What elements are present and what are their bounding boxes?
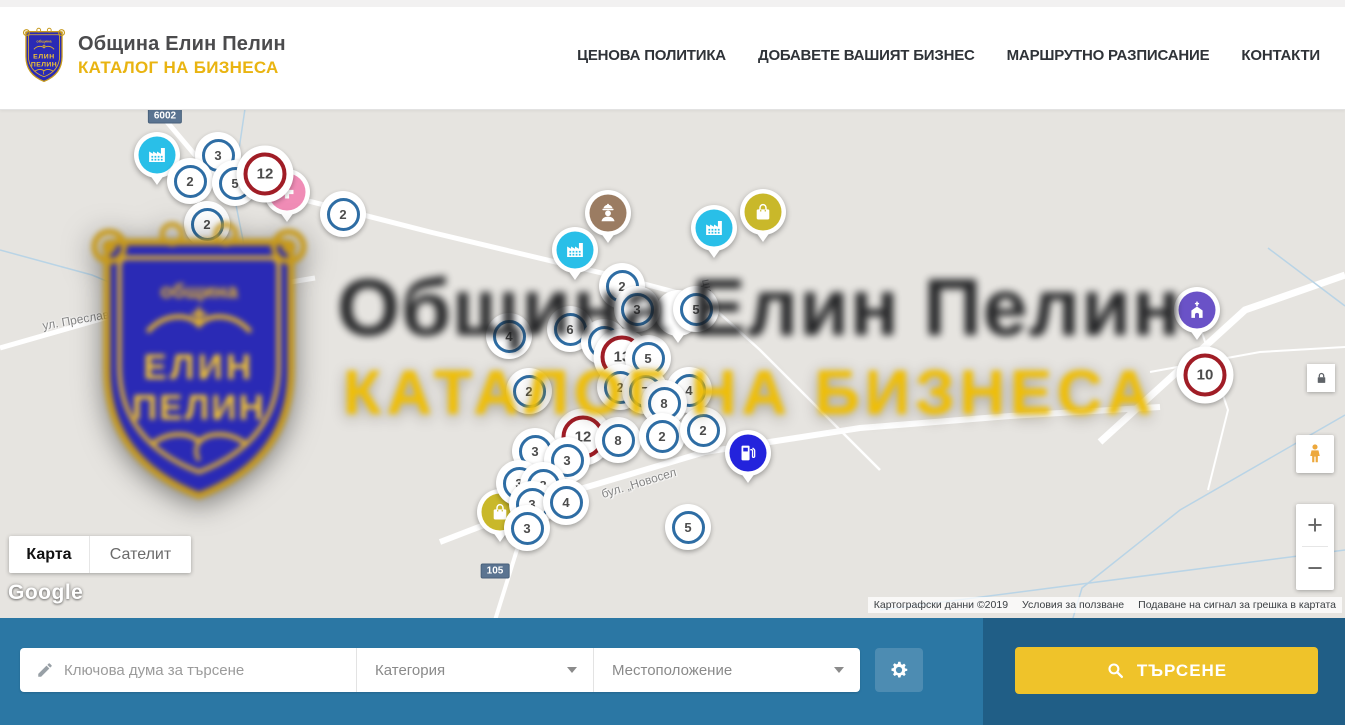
pencil-icon: [36, 661, 54, 679]
zoom-out-button[interactable]: −: [1296, 547, 1334, 589]
cluster-marker[interactable]: 10: [1177, 347, 1234, 404]
map-type-satellite-button[interactable]: Сателит: [90, 536, 191, 573]
cluster-count: 2: [339, 207, 346, 222]
cluster-count: 10: [1197, 367, 1214, 384]
nav-item[interactable]: ЦЕНОВА ПОЛИТИКА: [577, 47, 726, 64]
road-number-chip: 6002: [148, 110, 182, 124]
svg-text:ПЕЛИН: ПЕЛИН: [31, 61, 57, 68]
search-fields: Категория Местоположение: [20, 648, 860, 692]
municipality-crest-icon: община ЕЛИНПЕЛИН: [22, 26, 66, 84]
cluster-marker[interactable]: 12: [237, 146, 294, 203]
cluster-marker[interactable]: 4: [486, 313, 532, 359]
logo-text: Община Елин Пелин КАТАЛОГ НА БИЗНЕСА: [78, 33, 286, 78]
cluster-count: 3: [523, 521, 530, 536]
keyword-input[interactable]: [64, 650, 356, 690]
search-button[interactable]: ТЪРСЕНЕ: [1015, 647, 1318, 694]
nav-item[interactable]: ДОБАВЕТЕ ВАШИЯТ БИЗНЕС: [758, 47, 975, 64]
search-options-button[interactable]: [875, 648, 923, 692]
worker-icon: [598, 203, 619, 224]
location-select[interactable]: Местоположение: [593, 648, 860, 692]
road-number-chip: 105: [481, 564, 510, 579]
cluster-count: 8: [614, 433, 621, 448]
factory-icon: [565, 240, 586, 261]
pegman-icon: [1304, 443, 1326, 465]
nav-item[interactable]: МАРШРУТНО РАЗПИСАНИЕ: [1007, 47, 1210, 64]
cluster-count: 3: [563, 453, 570, 468]
location-select-label: Местоположение: [612, 662, 732, 679]
factory-icon: [704, 218, 725, 239]
gear-icon: [888, 659, 910, 681]
map-canvas[interactable]: 6002105ул. Преславбул. „Новоселция 32512…: [0, 110, 1345, 618]
cluster-marker[interactable]: 5: [665, 504, 711, 550]
cluster-marker[interactable]: 2: [184, 201, 230, 247]
cluster-marker[interactable]: 3: [504, 505, 550, 551]
zoom-control: + −: [1296, 504, 1334, 590]
cluster-marker[interactable]: 2: [506, 368, 552, 414]
cluster-count: 5: [644, 351, 651, 366]
svg-text:община: община: [36, 39, 52, 44]
factory-icon: [147, 145, 168, 166]
map-pin[interactable]: [691, 205, 737, 251]
attribution: Картографски данни ©2019 Условия за ползв…: [868, 597, 1342, 613]
cluster-count: 5: [684, 520, 691, 535]
chevron-down-icon: [834, 667, 844, 673]
attribution-text: Картографски данни ©2019: [874, 599, 1008, 611]
map-pin[interactable]: [1174, 287, 1220, 333]
shopping-bag-icon: [753, 202, 774, 223]
cluster-count: 2: [203, 217, 210, 232]
cluster-count: 2: [186, 174, 193, 189]
map-type-control: Карта Сателит: [9, 536, 191, 573]
cluster-marker[interactable]: 2: [680, 407, 726, 453]
fuel-icon: [738, 443, 759, 464]
cluster-marker[interactable]: 3: [614, 286, 660, 332]
header: община ЕЛИНПЕЛИН Община Елин Пелин КАТАЛО…: [0, 0, 1345, 110]
cluster-count: 4: [685, 383, 692, 398]
map-type-map-button[interactable]: Карта: [9, 536, 90, 573]
pegman-button[interactable]: [1296, 435, 1334, 473]
lock-button[interactable]: [1307, 364, 1335, 392]
page: община ЕЛИНПЕЛИН Община Елин Пелин КАТАЛО…: [0, 0, 1345, 725]
cluster-count: 3: [633, 302, 640, 317]
cluster-marker[interactable]: 2: [320, 191, 366, 237]
cluster-count: 4: [505, 329, 512, 344]
cluster-marker[interactable]: 2: [167, 158, 213, 204]
cluster-count: 5: [692, 302, 699, 317]
attribution-link[interactable]: Подаване на сигнал за грешка в картата: [1138, 599, 1336, 611]
search-bar-right-panel: ТЪРСЕНЕ: [983, 618, 1345, 725]
cluster-count: 3: [531, 444, 538, 459]
main-nav: ЦЕНОВА ПОЛИТИКА ДОБАВЕТЕ ВАШИЯТ БИЗНЕС МАР…: [577, 0, 1320, 110]
keyword-field: [20, 648, 356, 692]
nav-item[interactable]: КОНТАКТИ: [1241, 47, 1320, 64]
cluster-count: 2: [699, 423, 706, 438]
chevron-down-icon: [567, 667, 577, 673]
cluster-count: 2: [658, 429, 665, 444]
search-icon: [1106, 661, 1125, 680]
category-select[interactable]: Категория: [356, 648, 593, 692]
cluster-marker[interactable]: 4: [543, 479, 589, 525]
map-pin[interactable]: [552, 227, 598, 273]
site-title: Община Елин Пелин: [78, 33, 286, 56]
cluster-marker[interactable]: 2: [639, 413, 685, 459]
site-logo[interactable]: община ЕЛИНПЕЛИН Община Елин Пелин КАТАЛО…: [22, 26, 286, 84]
google-logo[interactable]: Google: [8, 581, 83, 605]
search-bar: ТЪРСЕНЕ Категория Местоположение: [0, 618, 1345, 725]
search-button-label: ТЪРСЕНЕ: [1137, 661, 1227, 681]
site-subtitle: КАТАЛОГ НА БИЗНЕСА: [78, 58, 286, 78]
cluster-count: 12: [257, 166, 274, 183]
church-icon: [1187, 300, 1208, 321]
cluster-count: 8: [660, 396, 667, 411]
svg-text:ЕЛИН: ЕЛИН: [33, 54, 55, 61]
cluster-marker[interactable]: 8: [595, 417, 641, 463]
zoom-in-button[interactable]: +: [1296, 504, 1334, 546]
map-pin[interactable]: [725, 430, 771, 476]
cluster-count: 3: [214, 148, 221, 163]
cluster-count: 4: [562, 495, 569, 510]
map-pin[interactable]: [740, 189, 786, 235]
cluster-count: 6: [566, 322, 573, 337]
attribution-link[interactable]: Условия за ползване: [1022, 599, 1124, 611]
cluster-count: 2: [525, 384, 532, 399]
lock-icon: [1314, 371, 1329, 386]
cluster-marker[interactable]: 5: [673, 286, 719, 332]
category-select-label: Категория: [375, 662, 445, 679]
